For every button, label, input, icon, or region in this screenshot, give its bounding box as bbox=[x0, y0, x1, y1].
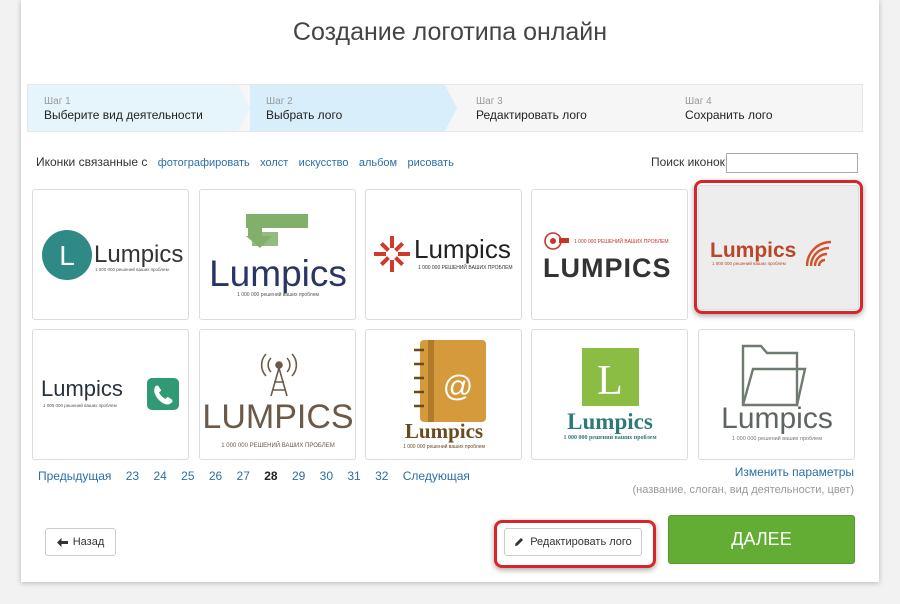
folder-icon bbox=[741, 344, 807, 407]
logo-name: Lumpics bbox=[721, 402, 833, 435]
logo-name: Lumpics bbox=[405, 419, 483, 443]
selection-highlight bbox=[694, 180, 863, 314]
filter-tag[interactable]: холст bbox=[260, 157, 288, 169]
phone-icon bbox=[147, 378, 179, 410]
logo-initial: L bbox=[597, 358, 623, 404]
steps-bar: Шаг 1 Выберите вид деятельности Шаг 2 Вы… bbox=[27, 84, 863, 132]
back-button[interactable]: Назад bbox=[45, 528, 116, 556]
logo-name: LUMPICS bbox=[202, 398, 353, 436]
logo-card-1[interactable]: L Lumpics 1 000 000 решений ваших пробле… bbox=[32, 189, 189, 320]
address-book-icon: @ bbox=[414, 340, 486, 422]
logo-slogan: 1 000 000 РЕШЕНИЙ ВАШИХ ПРОБЛЕМ bbox=[418, 263, 513, 271]
logo-slogan: 1 000 000 решений ваших проблем bbox=[732, 435, 822, 442]
logo-name: Lumpics bbox=[567, 409, 653, 434]
logo-slogan: 1 000 000 решений ваших проблем bbox=[43, 402, 117, 408]
page-link[interactable]: 31 bbox=[347, 469, 360, 483]
logo-slogan: 1 000 000 решений ваших проблем bbox=[563, 434, 656, 441]
filter-label: Иконки связанные с bbox=[36, 155, 148, 169]
logo-card-3[interactable]: Lumpics 1 000 000 РЕШЕНИЙ ВАШИХ ПРОБЛЕМ bbox=[365, 189, 522, 320]
search-label: Поиск иконок: bbox=[651, 155, 729, 169]
page-link[interactable]: 24 bbox=[153, 469, 166, 483]
pagination: Предыдущая 23 24 25 26 27 28 29 30 31 32… bbox=[38, 469, 481, 483]
logo-preview: Lumpics 1 000 000 решений ваших проблем bbox=[721, 344, 833, 442]
step-4[interactable]: Шаг 4 Сохранить лого bbox=[669, 85, 859, 131]
next-button-label: ДАЛЕЕ bbox=[731, 529, 792, 549]
step-number: Шаг 3 bbox=[476, 96, 503, 107]
prev-page-link[interactable]: Предыдущая bbox=[38, 469, 111, 483]
change-params-hint: (название, слоган, вид деятельности, цве… bbox=[632, 484, 854, 496]
step-2[interactable]: Шаг 2 Выбрать лого bbox=[250, 85, 445, 131]
logo-card-7[interactable]: LUMPICS 1 000 000 РЕШЕНИЙ ВАШИХ ПРОБЛЕМ bbox=[199, 329, 356, 460]
logo-card-2[interactable]: Lumpics 1 000 000 решений ваших проблем bbox=[199, 189, 356, 320]
logo-card-9[interactable]: L Lumpics 1 000 000 решений ваших пробле… bbox=[531, 329, 688, 460]
change-params: Изменить параметры (название, слоган, ви… bbox=[632, 465, 854, 496]
filter-tag[interactable]: искусство bbox=[299, 157, 349, 169]
logo-name: Lumpics bbox=[414, 234, 511, 264]
next-page-link[interactable]: Следующая bbox=[403, 469, 470, 483]
page-link[interactable]: 25 bbox=[181, 469, 194, 483]
step-divider bbox=[238, 85, 250, 131]
logo-maker-panel: Создание логотипа онлайн Шаг 1 Выберите … bbox=[21, 0, 879, 582]
logo-slogan: 1 000 000 решений ваших проблем bbox=[237, 291, 319, 298]
page-link[interactable]: 29 bbox=[292, 469, 305, 483]
logo-preview: 1 000 000 РЕШЕНИЙ ВАШИХ ПРОБЛЕМ LUMPICS bbox=[543, 232, 672, 283]
step-label: Выбрать лого bbox=[266, 108, 343, 122]
arrow-left-icon bbox=[56, 537, 68, 547]
step-number: Шаг 4 bbox=[685, 96, 712, 107]
page-title: Создание логотипа онлайн bbox=[292, 18, 608, 46]
page-link[interactable]: 26 bbox=[209, 469, 222, 483]
logo-slogan: 1 000 000 РЕШЕНИЙ ВАШИХ ПРОБЛЕМ bbox=[221, 441, 335, 449]
step-number: Шаг 2 bbox=[266, 96, 293, 107]
page-link[interactable]: 27 bbox=[237, 469, 250, 483]
step-3[interactable]: Шаг 3 Редактировать лого bbox=[460, 85, 660, 131]
camera-icon bbox=[544, 232, 569, 250]
burst-icon bbox=[374, 236, 410, 272]
current-page: 28 bbox=[264, 469, 278, 483]
logo-initial: L bbox=[59, 240, 75, 271]
logo-name: Lumpics bbox=[209, 253, 347, 294]
arrow-icon bbox=[246, 214, 308, 248]
logo-slogan: 1 000 000 РЕШЕНИЙ ВАШИХ ПРОБЛЕМ bbox=[574, 237, 669, 245]
filter-tag[interactable]: рисовать bbox=[407, 157, 453, 169]
logo-badge: @ bbox=[443, 370, 473, 403]
step-label: Сохранить лого bbox=[685, 108, 773, 122]
logo-card-10[interactable]: Lumpics 1 000 000 решений ваших проблем bbox=[698, 329, 855, 460]
icon-search-input[interactable] bbox=[726, 153, 858, 173]
logo-card-4[interactable]: 1 000 000 РЕШЕНИЙ ВАШИХ ПРОБЛЕМ LUMPICS bbox=[531, 189, 688, 320]
filter-tag[interactable]: альбом bbox=[359, 157, 397, 169]
page-link[interactable]: 32 bbox=[375, 469, 388, 483]
step-label: Выберите вид деятельности bbox=[44, 108, 203, 122]
step-label: Редактировать лого bbox=[476, 108, 587, 122]
logo-preview: L Lumpics 1 000 000 решений ваших пробле… bbox=[563, 348, 657, 441]
edit-button-highlight bbox=[494, 520, 656, 568]
step-number: Шаг 1 bbox=[44, 96, 71, 107]
page-link[interactable]: 30 bbox=[320, 469, 333, 483]
back-button-label: Назад bbox=[72, 536, 105, 548]
logo-preview: Lumpics 1 000 000 РЕШЕНИЙ ВАШИХ ПРОБЛЕМ bbox=[374, 234, 513, 272]
logo-name: LUMPICS bbox=[543, 253, 672, 283]
logo-preview: Lumpics 1 000 000 решений ваших проблем bbox=[209, 214, 347, 298]
logo-card-6[interactable]: Lumpics 1 000 000 решений ваших проблем bbox=[32, 329, 189, 460]
logo-preview: Lumpics 1 000 000 решений ваших проблем bbox=[41, 376, 179, 410]
logo-name: Lumpics bbox=[41, 376, 123, 401]
next-button[interactable]: ДАЛЕЕ bbox=[668, 515, 855, 564]
step-1[interactable]: Шаг 1 Выберите вид деятельности bbox=[28, 85, 238, 131]
change-params-link[interactable]: Изменить параметры bbox=[632, 465, 854, 479]
logo-preview: LUMPICS 1 000 000 РЕШЕНИЙ ВАШИХ ПРОБЛЕМ bbox=[202, 353, 354, 449]
related-icons-filter: Иконки связанные с фотографировать холст… bbox=[36, 155, 454, 169]
logo-name: Lumpics bbox=[94, 241, 183, 268]
step-divider bbox=[445, 85, 457, 131]
logo-slogan: 1 000 000 решений ваших проблем bbox=[95, 266, 169, 272]
page-link[interactable]: 23 bbox=[126, 469, 139, 483]
logo-preview: L Lumpics 1 000 000 решений ваших пробле… bbox=[42, 230, 183, 280]
logo-card-8[interactable]: @ Lumpics 1 000 000 решений ваших пробле… bbox=[365, 329, 522, 460]
radio-tower-icon bbox=[260, 353, 298, 397]
filter-tag[interactable]: фотографировать bbox=[158, 157, 250, 169]
logo-preview: @ Lumpics 1 000 000 решений ваших пробле… bbox=[403, 340, 486, 450]
logo-slogan: 1 000 000 решений ваших проблем bbox=[403, 443, 485, 450]
